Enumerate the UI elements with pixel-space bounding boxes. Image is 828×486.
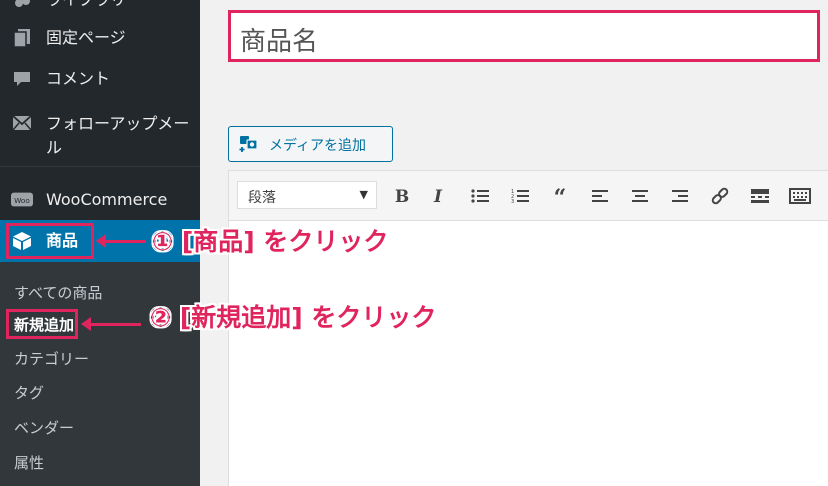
bulleted-list-icon	[471, 189, 489, 203]
quote-icon: “	[554, 188, 567, 204]
submenu-item-vendors[interactable]: ベンダー	[14, 417, 74, 438]
sidebar-item-label: フォローアップメール	[46, 114, 190, 157]
align-left-button[interactable]	[587, 183, 613, 209]
highlight-products	[6, 223, 94, 259]
blockquote-button[interactable]: “	[547, 183, 573, 209]
sidebar-item-label: 固定ページ	[46, 28, 126, 47]
products-submenu: すべての商品 新規追加 カテゴリー タグ ベンダー 属性	[0, 262, 200, 486]
sidebar-item-pages[interactable]: 固定ページ	[0, 25, 200, 51]
woo-icon: Woo	[11, 189, 33, 211]
sidebar-item-woocommerce[interactable]: Woo WooCommerce	[0, 186, 200, 214]
format-select[interactable]: 段落 ▼	[237, 181, 377, 209]
sidebar-item-follow-up-emails[interactable]: フォローアップメール	[0, 108, 200, 158]
svg-text:“: “	[554, 188, 567, 204]
annotation-step-2: ② [新規追加] をクリック	[150, 303, 437, 332]
editor-toolbar: 段落 ▼ B I 123 “	[229, 171, 828, 221]
align-left-icon	[592, 190, 608, 202]
woo-badge-text: Woo	[14, 196, 30, 205]
add-media-button[interactable]: メディアを追加	[228, 126, 393, 162]
bold-icon: B	[395, 187, 409, 205]
align-center-icon	[632, 190, 648, 202]
svg-text:I: I	[433, 187, 443, 205]
highlight-add-new	[6, 309, 78, 339]
sidebar-item-media[interactable]: ライブラリ	[0, 0, 200, 12]
svg-text:B: B	[395, 187, 409, 205]
numbered-list-icon: 123	[511, 189, 529, 204]
annotation-arrow-2	[81, 317, 141, 331]
mail-icon	[11, 112, 33, 134]
submenu-item-all-products[interactable]: すべての商品	[14, 282, 102, 303]
italic-icon: I	[433, 187, 443, 205]
bold-button[interactable]: B	[389, 183, 415, 209]
chevron-down-icon: ▼	[359, 188, 368, 201]
align-right-icon	[672, 190, 688, 202]
sidebar-item-label: コメント	[46, 69, 111, 88]
toolbar-toggle-button[interactable]	[787, 183, 813, 209]
align-center-button[interactable]	[627, 183, 653, 209]
format-select-value: 段落	[248, 190, 276, 206]
keyboard-icon	[789, 188, 811, 204]
align-right-button[interactable]	[667, 183, 693, 209]
annotation-arrow-1	[96, 234, 146, 248]
add-media-label: メディアを追加	[269, 138, 367, 154]
submenu-item-tags[interactable]: タグ	[14, 382, 44, 403]
link-icon	[711, 187, 729, 205]
numbered-list-button[interactable]: 123	[507, 183, 533, 209]
sidebar-item-comments[interactable]: コメント	[0, 66, 200, 92]
bulleted-list-button[interactable]	[467, 183, 493, 209]
sidebar-separator	[0, 166, 200, 167]
comment-icon	[11, 68, 33, 90]
title-placeholder: 商品名	[240, 27, 319, 57]
media-add-icon	[239, 134, 261, 154]
sidebar-item-label: WooCommerce	[46, 190, 168, 209]
annotation-step-1: ① [商品] をクリック	[152, 227, 389, 256]
read-more-button[interactable]	[747, 183, 773, 209]
submenu-item-attributes[interactable]: 属性	[14, 452, 44, 473]
sidebar-item-label: ライブラリ	[46, 0, 126, 11]
italic-button[interactable]: I	[425, 183, 451, 209]
pages-icon	[11, 27, 33, 49]
media-icon	[11, 0, 33, 11]
submenu-item-categories[interactable]: カテゴリー	[14, 348, 89, 369]
svg-text:3: 3	[511, 199, 514, 204]
read-more-icon	[751, 189, 769, 203]
insert-link-button[interactable]	[707, 183, 733, 209]
